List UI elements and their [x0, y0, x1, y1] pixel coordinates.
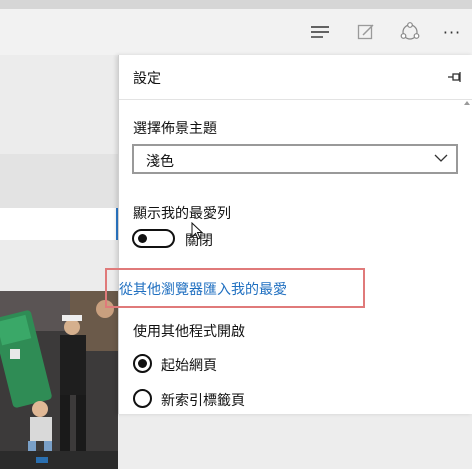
- import-favorites-highlight: 從其他瀏覽器匯入我的最愛: [105, 268, 365, 308]
- favorites-bar-toggle[interactable]: [132, 229, 175, 248]
- settings-panel: 設定 選擇佈景主題 淺色 顯示我的最愛列 關閉 從其他瀏覽器匯入我的最愛 使用其…: [105, 55, 472, 414]
- settings-header: 設定: [119, 55, 472, 100]
- radio-start-page-label: 起始網頁: [161, 358, 217, 374]
- radio-new-tab-page[interactable]: [133, 389, 152, 408]
- share-button[interactable]: [390, 9, 430, 55]
- scroll-up-arrow-icon[interactable]: [464, 101, 470, 105]
- web-note-button[interactable]: [346, 9, 386, 55]
- theme-label: 選擇佈景主題: [133, 121, 217, 137]
- toggle-knob: [138, 234, 147, 243]
- web-page-area: [0, 55, 118, 469]
- hub-icon: [311, 26, 329, 38]
- share-icon: [400, 22, 420, 40]
- page-input-box[interactable]: [0, 208, 118, 240]
- browser-toolbar: ···: [0, 9, 472, 55]
- web-note-icon: [357, 24, 374, 40]
- more-button[interactable]: ···: [432, 9, 472, 55]
- more-icon: ···: [442, 22, 462, 42]
- favorites-bar-label: 顯示我的最愛列: [133, 206, 231, 222]
- settings-title: 設定: [133, 71, 161, 87]
- mouse-cursor-icon: [191, 222, 203, 240]
- theme-select-value: 淺色: [146, 154, 174, 170]
- chevron-down-icon: [434, 154, 448, 162]
- radio-new-tab-page-label: 新索引標籤頁: [161, 393, 245, 409]
- window-top-strip: [0, 0, 472, 9]
- open-with-label: 使用其他程式開啟: [133, 324, 245, 340]
- pin-icon[interactable]: [447, 69, 463, 85]
- hub-button[interactable]: [300, 9, 340, 55]
- page-photo: [0, 291, 118, 469]
- radio-start-page[interactable]: [133, 354, 152, 373]
- theme-select[interactable]: 淺色: [132, 144, 458, 174]
- radio-selected-dot: [138, 359, 147, 368]
- import-favorites-link[interactable]: 從其他瀏覽器匯入我的最愛: [119, 279, 287, 299]
